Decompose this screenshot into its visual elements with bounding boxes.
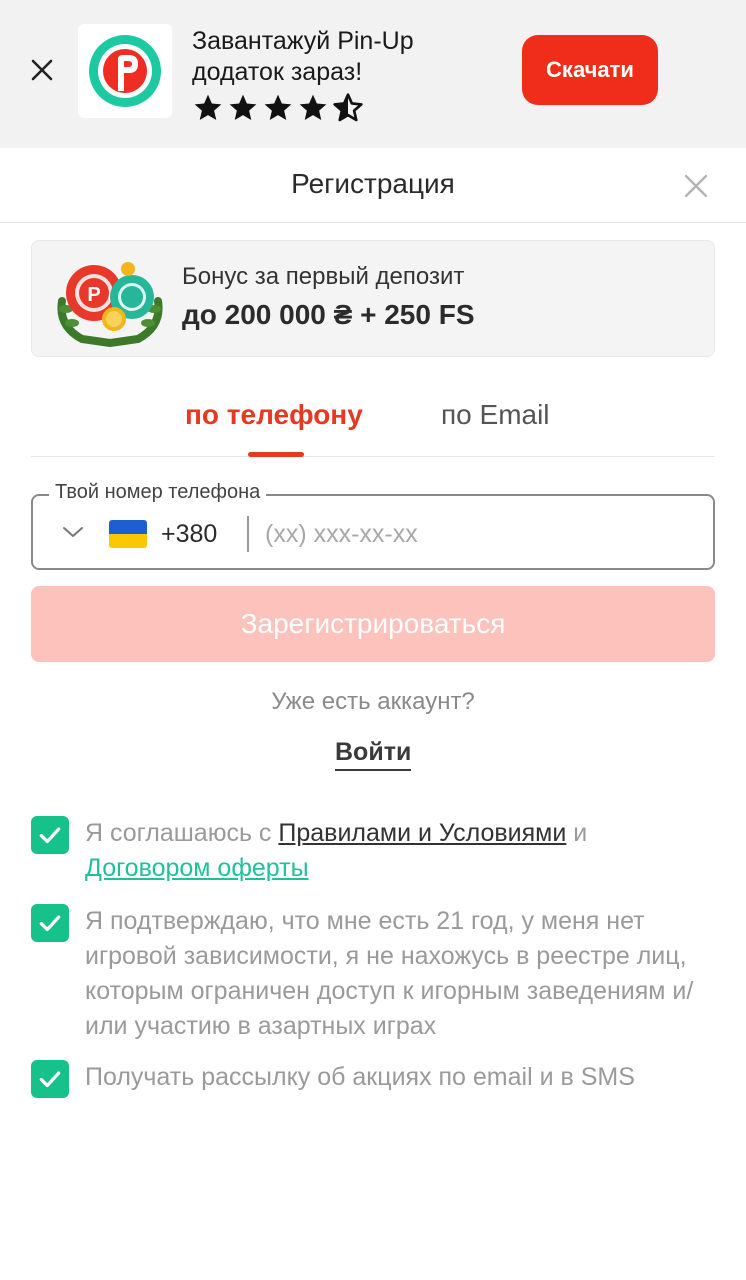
newsletter-checkbox[interactable] xyxy=(31,1060,69,1098)
star-full-icon xyxy=(229,94,257,120)
star-full-icon xyxy=(264,94,292,120)
terms-prefix: Я соглашаюсь с xyxy=(85,819,272,847)
tab-phone[interactable]: по телефону xyxy=(185,399,363,431)
have-account-text: Уже есть аккаунт? xyxy=(271,688,475,715)
banner-close-icon[interactable] xyxy=(22,50,62,90)
star-full-icon xyxy=(194,94,222,120)
download-app-button[interactable]: Скачати xyxy=(522,35,658,105)
age-checkbox[interactable] xyxy=(31,904,69,942)
phone-field-label: Твой номер телефона xyxy=(49,481,267,504)
checkmark-icon xyxy=(39,1071,61,1088)
terms-and: и xyxy=(573,819,588,847)
bonus-amount: до 200 000 ₴ + 250 FS xyxy=(182,299,475,330)
dial-code: +380 xyxy=(161,520,218,548)
pin-up-logo-icon xyxy=(78,24,172,118)
star-full-icon xyxy=(299,94,327,120)
app-banner-title-line2: додаток зараз! xyxy=(192,58,363,86)
registration-header: Регистрация xyxy=(0,148,746,223)
bonus-chips-icon: P xyxy=(57,262,163,347)
newsletter-consent-row: Получать рассылку об акциях по email и в… xyxy=(31,1060,715,1100)
ukraine-flag-icon[interactable] xyxy=(109,520,147,548)
page-title: Регистрация xyxy=(291,168,455,199)
login-link[interactable]: Войти xyxy=(335,738,412,771)
star-half-icon xyxy=(333,93,363,122)
registration-method-tabs: по телефону по Email xyxy=(31,385,715,457)
offer-link[interactable]: Договором оферты xyxy=(85,854,309,882)
register-button[interactable]: Зарегистрироваться xyxy=(31,586,715,662)
terms-checkbox[interactable] xyxy=(31,816,69,854)
rating-stars xyxy=(192,92,364,124)
newsletter-consent-text: Получать рассылку об акциях по email и в… xyxy=(85,1063,635,1091)
checkmark-icon xyxy=(39,827,61,844)
tab-email[interactable]: по Email xyxy=(441,399,550,431)
bonus-subtitle: Бонус за первый депозит xyxy=(182,263,465,290)
app-banner-title-line1: Завантажуй Pin-Up xyxy=(192,27,414,55)
age-consent-row: Я подтверждаю, что мне есть 21 год, у ме… xyxy=(31,904,715,1046)
close-icon[interactable] xyxy=(680,170,712,202)
bonus-card: P Бонус за первый депозит до 200 000 ₴ +… xyxy=(31,240,715,357)
app-banner-title: Завантажуй Pin-Up додаток зараз! xyxy=(192,26,492,88)
app-install-banner: Завантажуй Pin-Up додаток зараз! Скачати xyxy=(0,0,746,148)
rules-link[interactable]: Правилами и Условиями xyxy=(278,819,566,847)
field-divider xyxy=(247,516,249,552)
active-tab-indicator xyxy=(248,452,304,457)
chevron-down-icon[interactable] xyxy=(61,524,85,540)
phone-input[interactable] xyxy=(265,514,695,554)
phone-field: Твой номер телефона +380 xyxy=(31,481,715,570)
checkmark-icon xyxy=(39,915,61,932)
svg-text:P: P xyxy=(87,284,100,306)
terms-consent-text: Я соглашаюсь с Правилами и Условиями и Д… xyxy=(85,816,705,886)
terms-consent-row: Я соглашаюсь с Правилами и Условиями и Д… xyxy=(31,816,715,888)
age-consent-text: Я подтверждаю, что мне есть 21 год, у ме… xyxy=(85,907,694,1040)
